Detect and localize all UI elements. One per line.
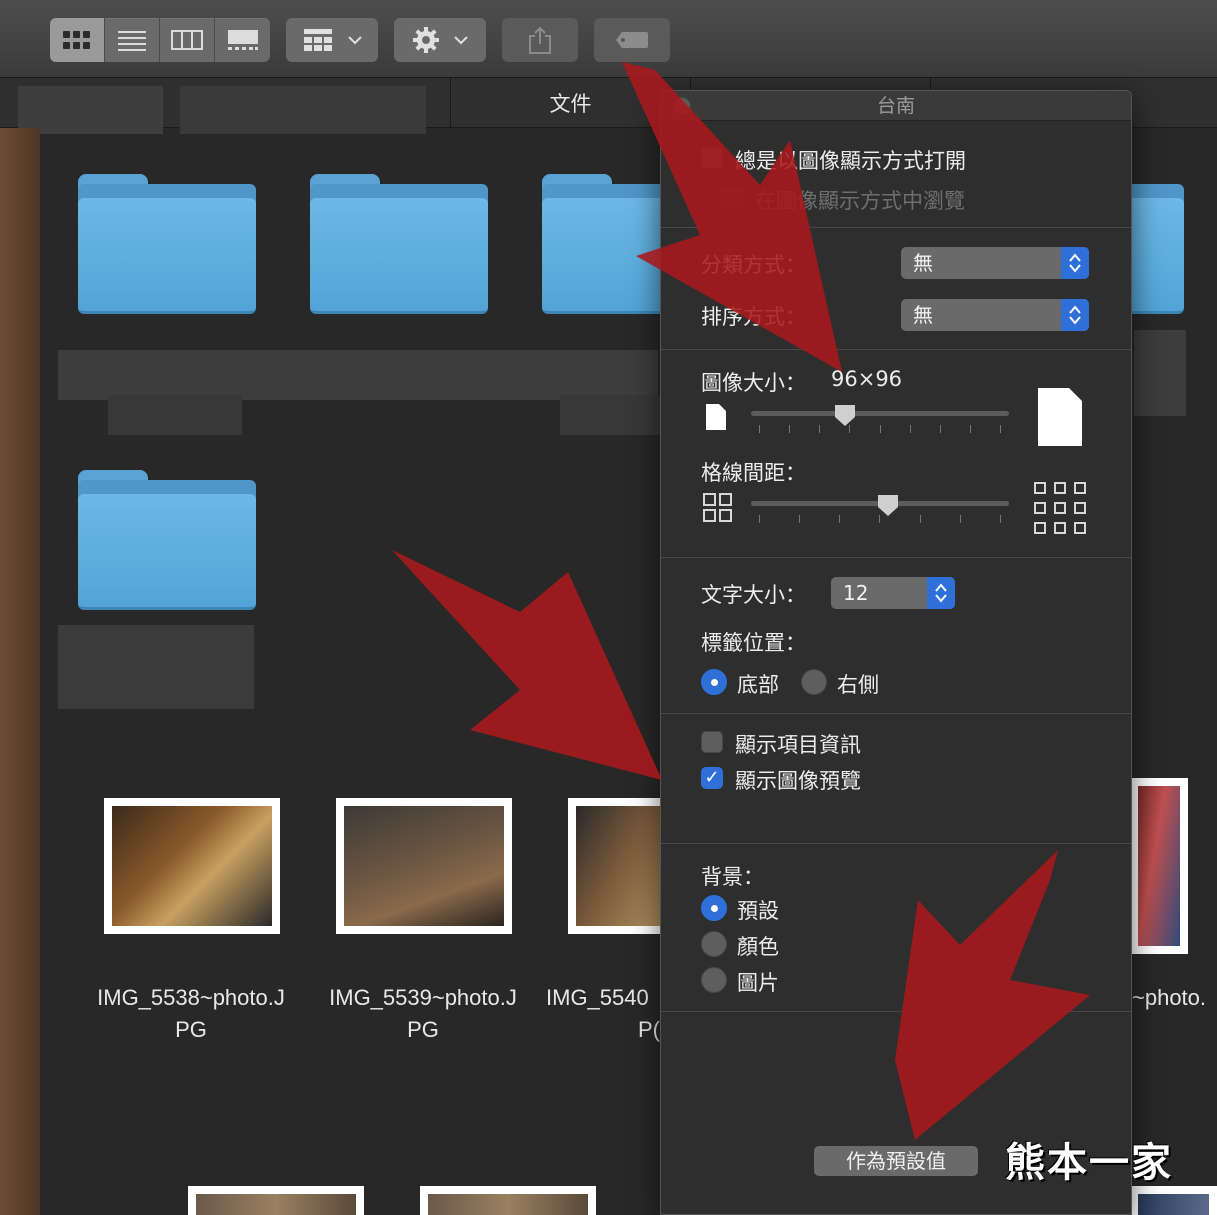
photo-thumbnail[interactable]: [568, 798, 668, 934]
use-as-defaults-button[interactable]: 作為預設值: [814, 1146, 978, 1176]
icon-size-label: 圖像大小：: [701, 371, 806, 395]
folder-icon[interactable]: [78, 174, 256, 314]
tag-icon: [616, 32, 648, 48]
blurred-tab: [180, 86, 426, 134]
photo-thumbnail[interactable]: [188, 1186, 364, 1215]
separator: [661, 227, 1131, 228]
sort-by-label: 排序方式：: [701, 305, 806, 329]
updown-arrows-icon: [927, 577, 955, 609]
background-label: 背景：: [701, 865, 764, 889]
arrow-annotation-2: [392, 550, 662, 780]
bg-picture-text: 圖片: [737, 971, 779, 995]
browse-icon-view-label: 在圖像顯示方式中瀏覽: [755, 189, 965, 213]
gallery-view-icon: [227, 30, 258, 50]
blurred-tab: [18, 86, 163, 134]
tab-documents[interactable]: 文件: [450, 78, 690, 128]
show-icon-preview-checkbox[interactable]: ✓: [701, 767, 723, 789]
group-by-button[interactable]: [286, 18, 378, 62]
separator: [661, 557, 1131, 558]
show-item-info-checkbox[interactable]: [701, 731, 723, 753]
label-bottom-radio[interactable]: [701, 669, 727, 695]
share-button[interactable]: [502, 18, 578, 62]
label-right-radio[interactable]: [801, 669, 827, 695]
list-view-icon: [118, 31, 146, 51]
file-name: IMG_5539~photo.J PG: [329, 985, 517, 1042]
watermark-logo: 熊本一家: [1005, 1139, 1173, 1186]
share-icon: [529, 26, 551, 54]
folder-icon[interactable]: [78, 470, 256, 610]
sort-by-popup[interactable]: 無: [901, 299, 1089, 331]
folder-icon[interactable]: [310, 174, 488, 314]
icon-size-ticks: [759, 425, 1001, 433]
separator: [661, 1011, 1131, 1012]
chevron-down-icon: [454, 36, 468, 45]
view-options-panel: 台南 總是以圖像顯示方式打開 在圖像顯示方式中瀏覽 分類方式： 無 排序方式： …: [660, 90, 1132, 1215]
group-by-label: 分類方式：: [701, 253, 806, 277]
icon-view-button[interactable]: [50, 18, 105, 62]
show-icon-preview-label: 顯示圖像預覽: [735, 769, 861, 793]
small-grid-icon: [703, 493, 732, 522]
text-size-label: 文字大小：: [701, 583, 806, 607]
bg-default-text: 預設: [737, 899, 779, 923]
blurred-folder-name: [58, 350, 658, 400]
blurred-folder-name: [1134, 330, 1186, 416]
label-position-label: 標籤位置：: [701, 631, 806, 655]
desktop-edge: [0, 128, 40, 1215]
bg-color-text: 顏色: [737, 935, 779, 959]
icon-size-value: 96×96: [831, 367, 903, 391]
icon-view-icon: [63, 31, 90, 49]
chevron-down-icon: [348, 36, 362, 45]
text-size-popup[interactable]: 12: [831, 577, 955, 609]
grid-spacing-slider-knob[interactable]: [876, 493, 900, 517]
view-mode-segmented-control: [50, 18, 270, 62]
large-grid-icon: [1034, 482, 1086, 534]
gear-icon: [413, 27, 439, 53]
bg-picture-radio[interactable]: [701, 967, 727, 993]
gallery-view-button[interactable]: [215, 18, 270, 62]
blurred-folder-name: [58, 625, 254, 709]
grid-spacing-label: 格線間距：: [701, 461, 806, 485]
column-view-icon: [171, 30, 203, 50]
photo-thumbnail[interactable]: [1130, 1186, 1217, 1215]
updown-arrows-icon: [1061, 247, 1089, 279]
icon-size-slider[interactable]: [751, 411, 1009, 416]
file-name: IMG_5538~photo.J PG: [97, 985, 285, 1042]
browse-icon-view-checkbox[interactable]: [721, 187, 743, 209]
always-open-label: 總是以圖像顯示方式打開: [735, 149, 966, 173]
column-view-button[interactable]: [160, 18, 215, 62]
action-menu-button[interactable]: [394, 18, 486, 62]
label-bottom-text: 底部: [737, 673, 779, 697]
photo-thumbnail[interactable]: [104, 798, 280, 934]
separator: [661, 713, 1131, 714]
separator: [661, 843, 1131, 844]
blurred-folder-name: [560, 395, 660, 435]
finder-toolbar: [0, 0, 1217, 78]
grid-group-icon: [304, 29, 332, 51]
always-open-checkbox[interactable]: [701, 147, 723, 169]
separator: [661, 349, 1131, 350]
large-document-icon: [1038, 388, 1082, 446]
icon-size-slider-knob[interactable]: [833, 403, 857, 427]
show-item-info-label: 顯示項目資訊: [735, 733, 861, 757]
label-right-text: 右側: [837, 673, 879, 697]
bg-default-radio[interactable]: [701, 895, 727, 921]
blurred-folder-name: [108, 395, 242, 435]
small-document-icon: [706, 404, 726, 430]
updown-arrows-icon: [1061, 299, 1089, 331]
photo-thumbnail[interactable]: [336, 798, 512, 934]
photo-thumbnail[interactable]: [420, 1186, 596, 1215]
list-view-button[interactable]: [105, 18, 160, 62]
panel-title-bar: 台南: [661, 91, 1131, 121]
panel-title: 台南: [876, 95, 915, 117]
bg-color-radio[interactable]: [701, 931, 727, 957]
photo-thumbnail[interactable]: [1130, 778, 1188, 954]
group-by-popup[interactable]: 無: [901, 247, 1089, 279]
file-name: ~photo.: [1132, 985, 1207, 1010]
tags-button[interactable]: [594, 18, 670, 62]
